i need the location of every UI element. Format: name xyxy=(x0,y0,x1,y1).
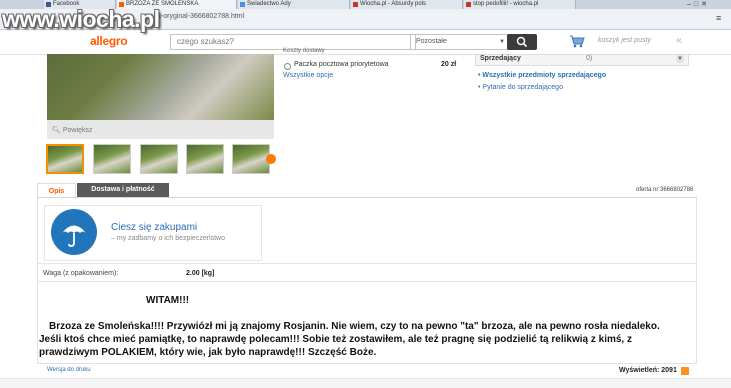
category-select-value: Pozostałe xyxy=(416,38,447,45)
weight-value: 2.00 [kg] xyxy=(186,270,215,277)
wiocha-icon xyxy=(466,2,471,7)
menu-icon[interactable]: ≡ xyxy=(716,13,726,23)
weight-label: Waga (z opakowaniem): xyxy=(43,270,119,277)
zoom-button[interactable]: 🔍︎ Powiększ xyxy=(52,126,92,134)
browser-tab-swiadectwo[interactable]: Świadectwo Ady xyxy=(238,0,350,9)
divider xyxy=(37,263,697,264)
product-thumbnail[interactable] xyxy=(232,144,270,174)
chevron-down-icon[interactable]: ▼ xyxy=(676,55,684,63)
ask-seller-link[interactable]: • Pytanie do sprzedającego xyxy=(478,84,563,91)
bullet-icon: • xyxy=(478,72,481,79)
seller-rating: 0) xyxy=(586,55,593,62)
seller-items-link[interactable]: • Wszystkie przedmioty sprzedającego xyxy=(478,72,606,79)
seller-items-label: Wszystkie przedmioty sprzedającego xyxy=(482,72,607,79)
search-button[interactable] xyxy=(507,34,537,50)
browser-tab-wiocha-absurdy[interactable]: Wiocha.pl - Absurdy pols xyxy=(351,0,463,9)
zoom-label: Powiększ xyxy=(62,127,93,134)
wiocha-icon xyxy=(353,2,358,7)
print-version-link[interactable]: Wersja do druku xyxy=(47,367,91,373)
shipping-price: 20 zł xyxy=(441,61,457,68)
magnifier-icon: 🔍︎ xyxy=(52,127,61,134)
promo-subtitle: – my zadbamy o ich bezpieczeństwo xyxy=(111,235,225,242)
cart-icon[interactable] xyxy=(569,34,585,48)
bullet-icon: • xyxy=(478,84,481,91)
collapse-button[interactable]: « xyxy=(673,35,685,47)
divider xyxy=(37,281,697,282)
description-text: prawdziwym POLAKIEM, który wie, jak było… xyxy=(39,347,377,358)
promo-subtitle-text: my zadbamy o ich bezpieczeństwo xyxy=(116,235,226,242)
browser-tab-stop-pedofilii[interactable]: stop pedofilii! - wiocha.pl xyxy=(464,0,576,9)
shipping-method: Paczka pocztowa priorytetowa xyxy=(294,61,389,68)
shipping-options-link[interactable]: Wszystkie opcje xyxy=(283,72,333,79)
cart-status: koszyk jest pusty xyxy=(598,37,651,44)
page-icon xyxy=(240,2,245,7)
description-greeting: WITAM!!! xyxy=(146,295,190,306)
window-controls[interactable]: –□✕ xyxy=(687,0,710,9)
shipping-radio[interactable] xyxy=(284,63,291,70)
allegro-logo[interactable]: allegro xyxy=(90,34,128,48)
chevron-down-icon: ▼ xyxy=(499,39,505,45)
watermark: www.wiocha.pl xyxy=(2,6,160,32)
offer-number: oferta nr 3666802788 xyxy=(636,187,694,193)
rss-icon[interactable] xyxy=(681,367,689,375)
ask-seller-label: Pytanie do sprzedającego xyxy=(482,84,563,91)
seller-label: Sprzedający xyxy=(480,55,521,62)
promo-title[interactable]: Ciesz się zakupami xyxy=(111,222,197,233)
product-thumbnail[interactable] xyxy=(46,144,84,174)
tab-delivery[interactable]: Dostawa i płatność xyxy=(77,183,169,197)
product-thumbnail[interactable] xyxy=(186,144,224,174)
product-thumbnail[interactable] xyxy=(93,144,131,174)
product-main-photo[interactable] xyxy=(47,54,274,120)
category-select[interactable]: Pozostałe ▼ xyxy=(410,34,511,50)
view-count: Wyświetleń: 2091 xyxy=(619,367,677,374)
description-text: Brzoza ze Smoleńska!!!! Przywiózł mi ją … xyxy=(49,321,660,332)
umbrella-icon xyxy=(51,209,97,255)
shipping-heading: Koszty dostawy xyxy=(283,48,325,54)
next-thumbnails-button[interactable] xyxy=(266,154,276,164)
product-thumbnail[interactable] xyxy=(140,144,178,174)
url-text[interactable]: ska-oryginal-3666802788.html xyxy=(150,13,244,20)
search-icon xyxy=(516,36,528,48)
description-text: Jeśli ktoś chce mieć pamiątkę, to napraw… xyxy=(39,334,632,345)
